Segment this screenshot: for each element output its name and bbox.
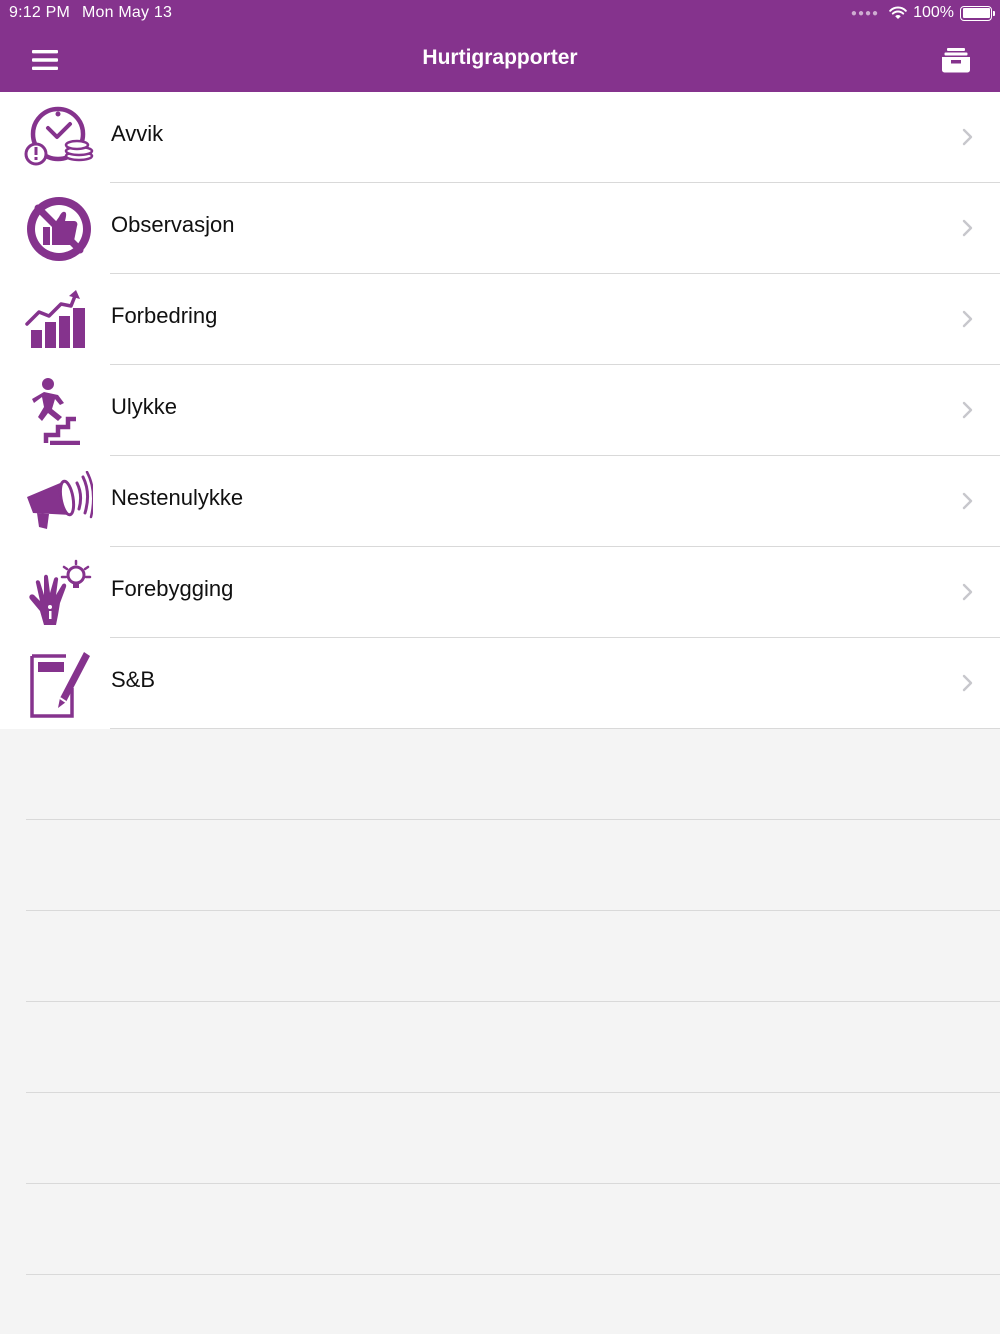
status-date: Mon May 13 <box>82 4 173 21</box>
chevron-right-icon <box>962 128 973 146</box>
report-item-nestenulykke[interactable]: Nestenulykke <box>0 456 1000 547</box>
report-item-label: Forebygging <box>111 576 234 601</box>
report-item-ulykke[interactable]: Ulykke <box>0 365 1000 456</box>
empty-row-separator <box>26 1274 1000 1275</box>
empty-row-separator <box>26 819 1000 820</box>
person-falling-stairs-icon <box>24 377 94 445</box>
report-item-label: Nestenulykke <box>111 485 244 510</box>
status-bar: 9:12 PM Mon May 13 ●●●● 100% <box>0 0 1000 28</box>
battery-percent: 100% <box>913 4 954 21</box>
report-list: Avvik Observasjon Forbedring Ulykke Nest… <box>0 92 1000 729</box>
megaphone-icon <box>24 468 94 536</box>
empty-row-separator <box>26 1001 1000 1002</box>
page-title: Hurtigrapporter <box>422 46 578 69</box>
report-item-avvik[interactable]: Avvik <box>0 92 1000 183</box>
chevron-right-icon <box>962 583 973 601</box>
report-item-label: Forbedring <box>111 303 218 328</box>
battery-full-icon <box>960 5 995 21</box>
hand-lightbulb-icon <box>24 559 94 627</box>
report-item-forebygging[interactable]: Forebygging <box>0 547 1000 638</box>
report-item-label: S&B <box>111 667 156 692</box>
report-item-forbedring[interactable]: Forbedring <box>0 274 1000 365</box>
no-thumbs-up-icon <box>24 195 94 263</box>
status-time: 9:12 PM <box>9 4 70 21</box>
rising-bar-chart-icon <box>24 286 94 354</box>
status-right: ●●●● 100% <box>850 4 995 22</box>
document-pencil-icon <box>24 650 94 718</box>
report-item-label: Ulykke <box>111 394 178 419</box>
empty-row-separator <box>26 1092 1000 1093</box>
chevron-right-icon <box>962 401 973 419</box>
status-left: 9:12 PM Mon May 13 <box>9 4 172 22</box>
clock-coins-warning-icon <box>24 104 94 172</box>
empty-row-separator <box>26 910 1000 911</box>
chevron-right-icon <box>962 492 973 510</box>
chevron-right-icon <box>962 674 973 692</box>
chevron-right-icon <box>962 310 973 328</box>
report-item-label: Avvik <box>111 121 164 146</box>
cellular-dots-icon: ●●●● <box>850 7 880 19</box>
empty-list-area <box>0 729 1000 1334</box>
top-bar: 9:12 PM Mon May 13 ●●●● 100% Hurtigrappor… <box>0 0 1000 92</box>
inbox-tray-icon <box>942 48 970 73</box>
report-item-s-and-b[interactable]: S&B <box>0 638 1000 729</box>
report-item-observasjon[interactable]: Observasjon <box>0 183 1000 274</box>
empty-row-separator <box>26 1183 1000 1184</box>
report-item-label: Observasjon <box>111 212 235 237</box>
wifi-icon <box>889 6 907 19</box>
chevron-right-icon <box>962 219 973 237</box>
navigation-bar: Hurtigrapporter <box>0 28 1000 92</box>
inbox-button[interactable] <box>934 41 978 79</box>
